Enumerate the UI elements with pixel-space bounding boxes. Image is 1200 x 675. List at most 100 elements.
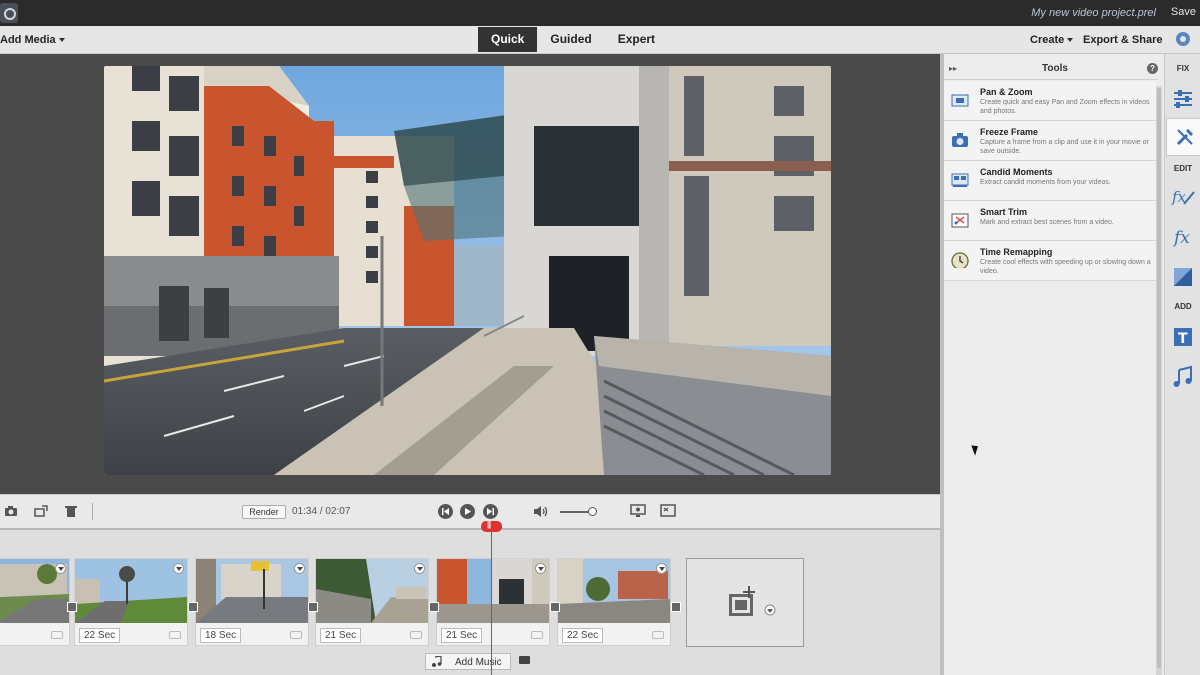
skip-forward-icon xyxy=(487,508,494,515)
add-media-button[interactable]: Add Media xyxy=(0,34,65,46)
volume-icon[interactable] xyxy=(533,505,549,518)
transition-marker[interactable] xyxy=(429,602,439,612)
tool-name: Smart Trim xyxy=(980,207,1028,217)
clip-1[interactable] xyxy=(0,558,70,646)
fullscreen-icon[interactable] xyxy=(660,504,676,518)
playhead-line xyxy=(491,522,492,675)
trash-icon[interactable] xyxy=(64,505,78,517)
timecode: 01:34 / 02:07 xyxy=(292,506,351,517)
audio-icon xyxy=(290,631,302,639)
clip-menu-button[interactable] xyxy=(173,563,184,574)
save-button[interactable]: Save xyxy=(1171,6,1196,18)
playback-controls: Render 01:34 / 02:07 xyxy=(0,494,940,528)
tool-pan-zoom[interactable]: Pan & Zoom Create quick and easy Pan and… xyxy=(944,81,1156,121)
clip-menu-button[interactable] xyxy=(535,563,546,574)
skip-back-icon xyxy=(442,508,449,515)
folder-icon[interactable] xyxy=(519,656,530,664)
app-logo-icon[interactable] xyxy=(0,3,18,23)
transition-marker[interactable] xyxy=(308,602,318,612)
freeze-frame-icon xyxy=(952,133,968,147)
clip-2[interactable]: 22 Sec xyxy=(74,558,188,646)
add-media-drop-zone[interactable] xyxy=(686,558,804,647)
clip-thumbnail xyxy=(75,559,187,623)
tool-description: Create quick and easy Pan and Zoom effec… xyxy=(980,99,1150,115)
smart-trim-icon xyxy=(951,213,969,228)
play-button[interactable] xyxy=(460,504,475,519)
clip-menu-button[interactable] xyxy=(55,563,66,574)
rotate-icon[interactable] xyxy=(34,505,48,517)
tool-time-remapping[interactable]: Time Remapping Create cool effects with … xyxy=(944,241,1156,281)
playhead-handle[interactable] xyxy=(481,520,502,532)
tab-quick[interactable]: Quick xyxy=(478,27,538,52)
music-icon[interactable] xyxy=(1170,364,1196,390)
add-media-label: Add Media xyxy=(0,34,56,46)
clip-thumbnail xyxy=(316,559,428,623)
tool-freeze-frame[interactable]: Freeze Frame Capture a frame from a clip… xyxy=(944,121,1156,161)
transitions-icon[interactable] xyxy=(1170,264,1196,290)
skip-back-button[interactable] xyxy=(438,504,453,519)
create-label: Create xyxy=(1030,34,1065,46)
menu-bar: Add Media Quick Guided Expert Create Exp… xyxy=(0,26,1200,54)
tool-candid-moments[interactable]: Candid Moments Extract candid moments fr… xyxy=(944,161,1156,201)
tools-button[interactable] xyxy=(1166,118,1200,156)
tool-name: Candid Moments xyxy=(980,167,1053,177)
tool-description: Extract candid moments from your videos. xyxy=(980,179,1111,186)
video-preview[interactable] xyxy=(104,66,831,475)
clip-5[interactable]: 21 Sec xyxy=(436,558,550,646)
music-note-icon xyxy=(432,656,442,667)
svg-text:T: T xyxy=(1178,331,1188,347)
transition-marker[interactable] xyxy=(550,602,560,612)
audio-icon xyxy=(410,631,422,639)
titles-icon[interactable]: T xyxy=(1170,324,1196,350)
add-music-button[interactable]: Add Music xyxy=(425,653,511,670)
candid-moments-icon xyxy=(951,173,969,187)
preview-monitor xyxy=(0,54,940,492)
skip-forward-button[interactable] xyxy=(483,504,498,519)
tab-guided[interactable]: Guided xyxy=(537,27,604,52)
play-icon xyxy=(465,508,471,515)
clip-menu-button[interactable] xyxy=(294,563,305,574)
monitor-settings-icon[interactable] xyxy=(630,504,646,518)
mode-tabs: Quick Guided Expert xyxy=(478,27,668,52)
tools-title: Tools xyxy=(1042,63,1068,74)
clip-6[interactable]: 22 Sec xyxy=(557,558,671,646)
effects-icon[interactable]: fx xyxy=(1170,224,1196,250)
clip-4[interactable]: 21 Sec xyxy=(315,558,429,646)
clip-menu-button[interactable] xyxy=(656,563,667,574)
tool-description: Mark and extract best scenes from a vide… xyxy=(980,219,1114,226)
clip-duration: 21 Sec xyxy=(320,628,362,643)
audio-icon xyxy=(531,631,543,639)
transition-marker[interactable] xyxy=(188,602,198,612)
gear-icon[interactable] xyxy=(1176,32,1190,46)
transition-marker[interactable] xyxy=(67,602,77,612)
clip-3[interactable]: 18 Sec xyxy=(195,558,309,646)
tool-name: Pan & Zoom xyxy=(980,87,1033,97)
tab-expert[interactable]: Expert xyxy=(605,27,668,52)
collapse-panel-icon[interactable]: ▸▸ xyxy=(949,64,957,73)
audio-icon xyxy=(169,631,181,639)
clip-duration: 22 Sec xyxy=(79,628,121,643)
transition-marker[interactable] xyxy=(671,602,681,612)
export-share-button[interactable]: Export & Share xyxy=(1083,34,1162,46)
timeline-ruler xyxy=(0,528,940,530)
volume-slider-handle[interactable] xyxy=(588,507,598,516)
render-button[interactable]: Render xyxy=(242,505,286,519)
edit-section-label: EDIT xyxy=(1173,164,1193,173)
clip-duration: 22 Sec xyxy=(562,628,604,643)
audio-icon xyxy=(51,631,63,639)
clip-menu-button[interactable] xyxy=(414,563,425,574)
clip-thumbnail xyxy=(558,559,670,623)
camera-icon[interactable] xyxy=(4,505,18,517)
timeline[interactable]: 22 Sec 18 Sec 21 Sec 21 Sec 22 Sec Add M… xyxy=(0,528,940,675)
tool-name: Freeze Frame xyxy=(980,127,1039,137)
tools-scrollbar-thumb[interactable] xyxy=(1157,88,1161,668)
tool-smart-trim[interactable]: Smart Trim Mark and extract best scenes … xyxy=(944,201,1156,241)
clip-duration: 18 Sec xyxy=(200,628,242,643)
video-frame-image xyxy=(104,66,831,475)
create-button[interactable]: Create xyxy=(1030,34,1074,46)
tools-header: ▸▸ Tools ? xyxy=(944,56,1158,80)
help-icon[interactable]: ? xyxy=(1147,63,1158,74)
tool-description: Capture a frame from a clip and use it i… xyxy=(980,139,1149,155)
adjustments-icon[interactable] xyxy=(1170,86,1196,112)
effects-brush-icon[interactable]: fx xyxy=(1170,184,1196,210)
